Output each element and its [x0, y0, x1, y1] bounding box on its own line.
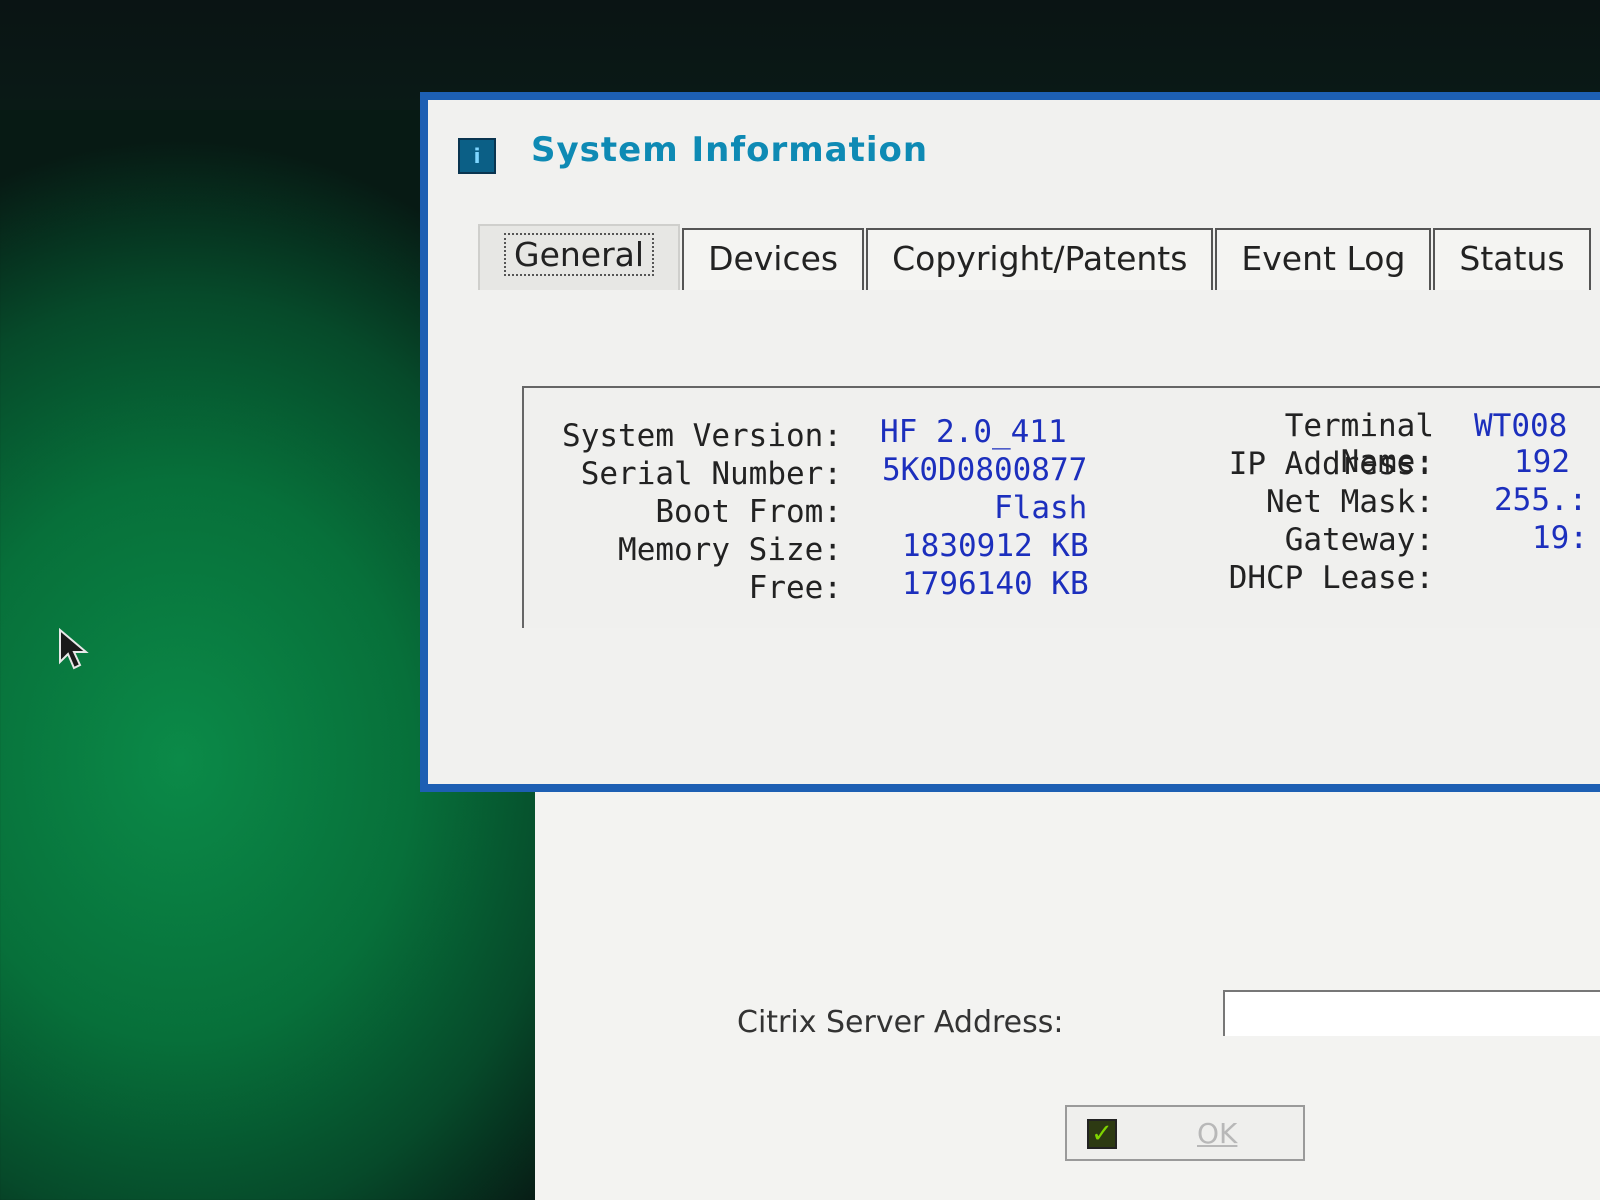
gateway-value: 19: — [1532, 520, 1588, 556]
tab-devices-label: Devices — [708, 239, 839, 278]
info-icon: i — [458, 138, 496, 174]
boot-from-label: Boot From: — [655, 494, 842, 530]
ip-address-label: IP Address: — [1228, 446, 1434, 482]
system-version-label: System Version: — [562, 418, 842, 454]
memory-size-value: 1830912 KB — [902, 528, 1089, 564]
tab-copyright-patents-label: Copyright/Patents — [892, 239, 1188, 278]
mouse-pointer-icon — [59, 628, 89, 670]
gateway-label: Gateway: — [1284, 522, 1434, 558]
tab-status[interactable]: Status — [1433, 228, 1591, 290]
window-title: System Information — [531, 130, 929, 170]
dhcp-lease-label: DHCP Lease: — [1228, 560, 1434, 596]
tab-event-log-label: Event Log — [1241, 239, 1406, 278]
net-mask-value: 255.: — [1494, 482, 1588, 518]
free-memory-label: Free: — [748, 570, 842, 606]
checkmark-icon: ✓ — [1087, 1119, 1117, 1149]
tab-copyright-patents[interactable]: Copyright/Patents — [866, 228, 1214, 290]
system-information-window: i System Information General Devices Cop… — [420, 92, 1600, 792]
tab-devices[interactable]: Devices — [682, 228, 865, 290]
citrix-server-address-input[interactable] — [1223, 990, 1600, 1036]
system-version-value: HF 2.0_411 — [880, 414, 1067, 450]
system-information-body: i System Information General Devices Cop… — [428, 100, 1600, 784]
free-memory-value: 1796140 KB — [902, 566, 1089, 602]
net-mask-label: Net Mask: — [1266, 484, 1434, 520]
ok-button[interactable]: ✓ OK — [1065, 1105, 1305, 1161]
tab-status-label: Status — [1459, 239, 1565, 278]
serial-number-value: 5K0D0800877 — [882, 452, 1088, 488]
tab-bar: General Devices Copyright/Patents Event … — [478, 224, 1593, 294]
ip-address-value: 192 — [1514, 444, 1570, 480]
terminal-name-value: WT008 — [1474, 408, 1568, 444]
ok-button-label: OK — [1197, 1117, 1238, 1150]
serial-number-label: Serial Number: — [580, 456, 842, 492]
tab-general-label: General — [504, 233, 655, 276]
citrix-settings-window: Citrix Server Address: ✓ OK — [535, 760, 1600, 1200]
general-info-panel: System Version: HF 2.0_411 Serial Number… — [522, 386, 1600, 628]
boot-from-value: Flash — [994, 490, 1088, 526]
memory-size-label: Memory Size: — [618, 532, 842, 568]
tab-event-log[interactable]: Event Log — [1215, 228, 1432, 290]
tab-general[interactable]: General — [478, 224, 681, 290]
citrix-server-address-label: Citrix Server Address: — [737, 1005, 1064, 1040]
